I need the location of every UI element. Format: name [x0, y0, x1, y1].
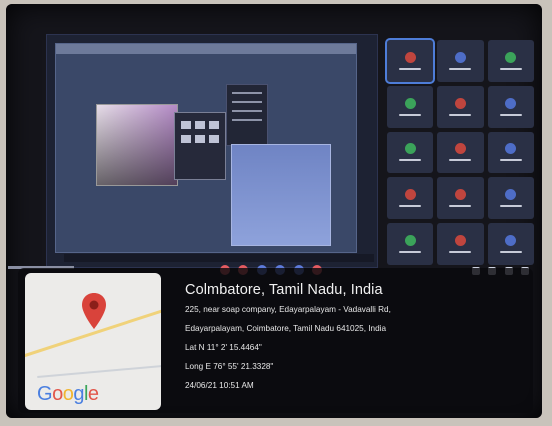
participant-tile[interactable]	[487, 223, 534, 265]
participant-tile[interactable]	[437, 177, 484, 220]
menu-line	[232, 92, 262, 94]
participant-tile[interactable]	[487, 85, 534, 128]
address-line-1: 225, near soap company, Edayarpalayam - …	[185, 305, 391, 314]
swatch	[209, 135, 219, 143]
participant-name	[399, 251, 422, 254]
swatch	[195, 135, 205, 143]
swatch	[181, 121, 191, 129]
participant-avatar	[404, 143, 416, 155]
participant-avatar	[404, 97, 416, 109]
participant-name	[449, 251, 472, 254]
address-line-2: Edayarpalayam, Coimbatore, Tamil Nadu 64…	[185, 324, 387, 333]
participant-name	[499, 205, 522, 208]
shared-screen	[46, 34, 378, 268]
browser-toolbar	[56, 44, 356, 54]
color-gradient-panel	[96, 104, 178, 186]
blue-app-window	[231, 144, 331, 246]
participant-avatar	[454, 235, 466, 247]
participant-avatar	[454, 189, 466, 201]
participant-name	[399, 113, 422, 116]
latitude: Lat N 11° 2' 15.4464"	[185, 343, 262, 352]
map-road	[37, 362, 161, 378]
participant-name	[499, 113, 522, 116]
participant-tile[interactable]	[437, 223, 484, 265]
location-title: Colmbatore, Tamil Nadu, India	[185, 282, 383, 298]
participant-tile[interactable]	[387, 85, 434, 128]
participant-tile[interactable]	[437, 40, 484, 82]
color-picker-panel	[174, 112, 226, 180]
participant-avatar	[404, 235, 416, 247]
participant-tile[interactable]	[384, 38, 436, 84]
participant-name	[449, 205, 472, 208]
swatch	[209, 121, 219, 129]
participant-tile[interactable]	[387, 131, 434, 174]
participant-avatar	[505, 189, 517, 201]
map-pin-icon	[82, 293, 106, 329]
map-thumbnail: Google	[25, 273, 161, 410]
participant-avatar	[505, 235, 517, 247]
participant-name	[399, 205, 422, 208]
shared-taskbar	[64, 254, 374, 262]
shared-browser-window	[55, 43, 374, 262]
swatch	[195, 121, 205, 129]
participant-name	[449, 159, 472, 162]
participant-avatar	[454, 143, 466, 155]
location-details: Colmbatore, Tamil Nadu, India 225, near …	[185, 282, 525, 400]
participant-name	[499, 159, 522, 162]
timestamp: 24/06/21 10:51 AM	[185, 381, 254, 390]
participant-tile[interactable]	[487, 131, 534, 174]
longitude: Long E 76° 55' 21.3328"	[185, 362, 274, 371]
participant-avatar	[505, 143, 517, 155]
swatch	[181, 135, 191, 143]
participant-tile[interactable]	[437, 85, 484, 128]
participant-name	[399, 159, 422, 162]
participant-avatar	[404, 51, 416, 63]
participant-name	[449, 113, 472, 116]
participant-avatar	[404, 189, 416, 201]
participant-avatar	[454, 97, 466, 109]
participants-grid	[384, 38, 534, 265]
menu-line	[232, 119, 262, 121]
participant-name	[499, 67, 522, 70]
google-logo: Google	[37, 383, 99, 405]
participant-avatar	[505, 97, 517, 109]
participant-name	[449, 67, 472, 70]
participant-tile[interactable]	[487, 177, 534, 220]
gps-location-stamp: Google Colmbatore, Tamil Nadu, India 225…	[18, 268, 533, 413]
participant-tile[interactable]	[437, 131, 484, 174]
menu-line	[232, 110, 262, 112]
participant-tile[interactable]	[387, 177, 434, 220]
menu-line	[232, 101, 262, 103]
participant-name	[499, 251, 522, 254]
participant-avatar	[454, 51, 466, 63]
participant-tile[interactable]	[487, 40, 534, 82]
participant-tile[interactable]	[387, 223, 434, 265]
participant-avatar	[505, 51, 517, 63]
context-menu	[226, 84, 268, 146]
participant-name	[399, 67, 422, 70]
